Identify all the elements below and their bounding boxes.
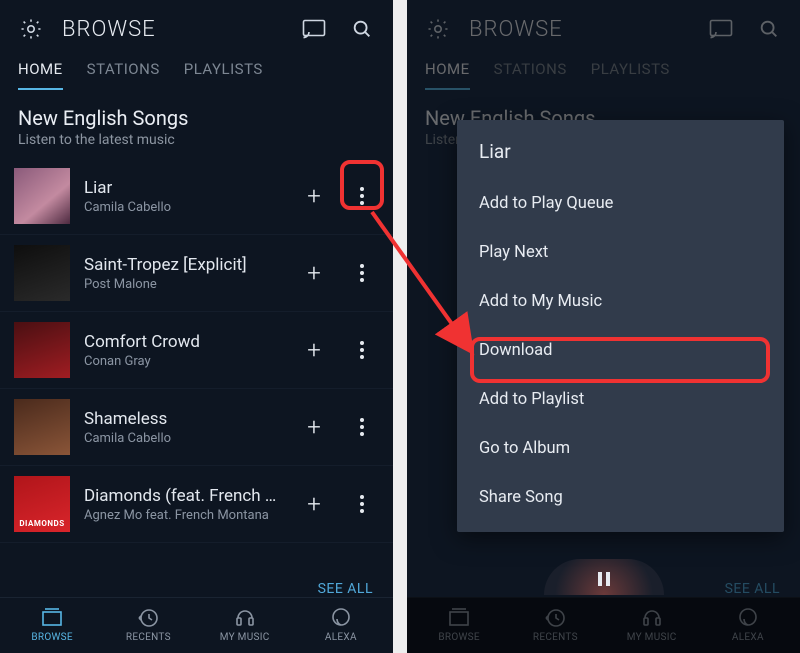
- more-icon[interactable]: [345, 487, 379, 521]
- page-title: BROWSE: [62, 17, 283, 42]
- song-row[interactable]: Diamonds (feat. French Mont… Agnez Mo fe…: [0, 466, 393, 543]
- pause-icon[interactable]: [594, 569, 614, 593]
- tab-stations[interactable]: STATIONS: [87, 60, 160, 90]
- section-subtitle: Listen to the latest music: [18, 132, 375, 148]
- add-icon[interactable]: +: [297, 333, 331, 367]
- album-art: [14, 476, 70, 532]
- more-icon[interactable]: [345, 333, 379, 367]
- song-artist: Camila Cabello: [84, 200, 283, 215]
- context-menu: Liar Add to Play Queue Play Next Add to …: [457, 120, 784, 532]
- song-artist: Agnez Mo feat. French Montana: [84, 508, 283, 523]
- song-artist: Conan Gray: [84, 354, 283, 369]
- album-art: [14, 168, 70, 224]
- tab-playlists[interactable]: PLAYLISTS: [591, 60, 670, 90]
- tab-home[interactable]: HOME: [425, 60, 470, 90]
- song-list: Liar Camila Cabello + Saint-Tropez [Expl…: [0, 158, 393, 571]
- section-title: New English Songs: [18, 106, 375, 130]
- now-playing-peek[interactable]: [544, 559, 664, 595]
- nav-label: MY MUSIC: [627, 632, 677, 643]
- song-row[interactable]: Comfort Crowd Conan Gray +: [0, 312, 393, 389]
- nav-label: MY MUSIC: [220, 632, 270, 643]
- add-icon[interactable]: +: [297, 410, 331, 444]
- song-title: Liar: [84, 178, 283, 198]
- nav-mymusic[interactable]: MY MUSIC: [215, 606, 275, 643]
- more-icon[interactable]: [345, 256, 379, 290]
- tab-home[interactable]: HOME: [18, 60, 63, 90]
- add-icon[interactable]: +: [297, 256, 331, 290]
- song-row[interactable]: Shameless Camila Cabello +: [0, 389, 393, 466]
- song-row[interactable]: Liar Camila Cabello +: [0, 158, 393, 235]
- album-art: [14, 245, 70, 301]
- album-art: [14, 399, 70, 455]
- song-title: Comfort Crowd: [84, 332, 283, 352]
- more-icon[interactable]: [345, 410, 379, 444]
- song-artist: Post Malone: [84, 277, 283, 292]
- bottom-nav: BROWSE RECENTS MY MUSIC ALEXA: [0, 597, 393, 653]
- menu-item-add-playlist[interactable]: Add to Playlist: [457, 375, 784, 424]
- menu-item-download[interactable]: Download: [457, 326, 784, 375]
- song-title: Diamonds (feat. French Mont…: [84, 486, 283, 506]
- nav-browse[interactable]: BROWSE: [22, 606, 82, 643]
- cast-icon[interactable]: [297, 12, 331, 46]
- song-title: Shameless: [84, 409, 283, 429]
- cast-icon[interactable]: [704, 12, 738, 46]
- nav-alexa[interactable]: ALEXA: [718, 606, 778, 643]
- tab-stations[interactable]: STATIONS: [494, 60, 567, 90]
- song-artist: Camila Cabello: [84, 431, 283, 446]
- tabs: HOME STATIONS PLAYLISTS: [407, 52, 800, 90]
- nav-label: BROWSE: [438, 632, 480, 643]
- menu-item-add-queue[interactable]: Add to Play Queue: [457, 179, 784, 228]
- nav-label: RECENTS: [126, 632, 171, 643]
- section-header: New English Songs Listen to the latest m…: [0, 90, 393, 158]
- nav-label: BROWSE: [31, 632, 73, 643]
- search-icon[interactable]: [752, 12, 786, 46]
- song-title: Saint-Tropez [Explicit]: [84, 255, 283, 275]
- nav-label: ALEXA: [732, 632, 764, 643]
- menu-item-share[interactable]: Share Song: [457, 473, 784, 522]
- add-icon[interactable]: +: [297, 179, 331, 213]
- top-bar: BROWSE: [0, 0, 393, 52]
- nav-recents[interactable]: RECENTS: [525, 606, 585, 643]
- nav-label: RECENTS: [533, 632, 578, 643]
- more-icon[interactable]: [345, 179, 379, 213]
- settings-icon[interactable]: [14, 12, 48, 46]
- settings-icon[interactable]: [421, 12, 455, 46]
- menu-item-add-my-music[interactable]: Add to My Music: [457, 277, 784, 326]
- phone-left: BROWSE HOME STATIONS PLAYLISTS New Engli…: [0, 0, 393, 653]
- add-icon[interactable]: +: [297, 487, 331, 521]
- bottom-nav: BROWSE RECENTS MY MUSIC ALEXA: [407, 597, 800, 653]
- context-menu-title: Liar: [457, 134, 784, 179]
- tabs: HOME STATIONS PLAYLISTS: [0, 52, 393, 90]
- nav-alexa[interactable]: ALEXA: [311, 606, 371, 643]
- album-art: [14, 322, 70, 378]
- top-bar: BROWSE: [407, 0, 800, 52]
- tab-playlists[interactable]: PLAYLISTS: [184, 60, 263, 90]
- see-all-link[interactable]: SEE ALL: [0, 571, 393, 597]
- nav-label: ALEXA: [325, 632, 357, 643]
- phone-right: BROWSE HOME STATIONS PLAYLISTS New Engli…: [407, 0, 800, 653]
- search-icon[interactable]: [345, 12, 379, 46]
- menu-item-play-next[interactable]: Play Next: [457, 228, 784, 277]
- song-row[interactable]: Saint-Tropez [Explicit] Post Malone +: [0, 235, 393, 312]
- page-title: BROWSE: [469, 17, 690, 42]
- nav-browse[interactable]: BROWSE: [429, 606, 489, 643]
- nav-mymusic[interactable]: MY MUSIC: [622, 606, 682, 643]
- menu-item-go-album[interactable]: Go to Album: [457, 424, 784, 473]
- nav-recents[interactable]: RECENTS: [118, 606, 178, 643]
